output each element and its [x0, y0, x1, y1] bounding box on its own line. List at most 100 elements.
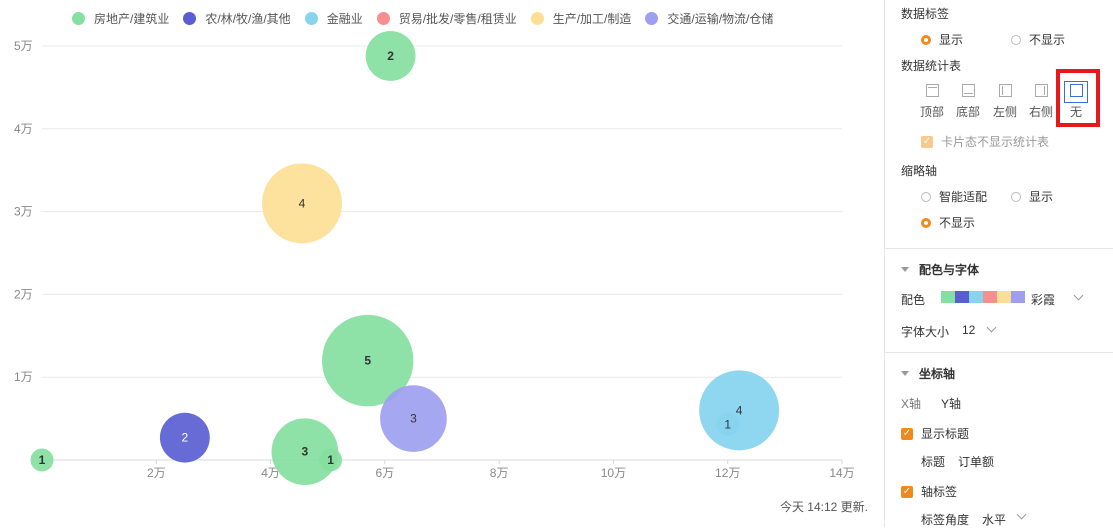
- palette-label: 配色: [901, 293, 926, 307]
- legend-label: 贸易/批发/零售/租赁业: [398, 11, 517, 26]
- thumb-axis-hide-radio[interactable]: 不显示: [921, 214, 975, 231]
- x-tick-label: 6万: [376, 466, 395, 480]
- radio-label: 显示: [1029, 190, 1054, 204]
- card-hide-table-checkbox[interactable]: ✓ 卡片态不显示统计表: [921, 133, 1049, 150]
- stat-table-top-option[interactable]: 顶部: [912, 84, 952, 120]
- x-tick-label: 2万: [147, 466, 166, 480]
- axis-label-checkbox[interactable]: ✓ 轴标签: [901, 483, 957, 500]
- radio-unchecked-icon: [1011, 191, 1021, 202]
- position-label: 右侧: [1028, 105, 1053, 119]
- legend-dot-icon: [72, 11, 85, 25]
- checkbox-label: 卡片态不显示统计表: [941, 135, 1050, 149]
- show-title-checkbox[interactable]: ✓ 显示标题: [901, 425, 969, 442]
- highlight-box: [1056, 69, 1100, 127]
- checkbox-label: 显示标题: [921, 427, 970, 441]
- legend-dot-icon: [304, 11, 318, 25]
- palette-swatch: [941, 291, 955, 303]
- y-tick-label: 3万: [14, 205, 33, 219]
- bubble-data-label: 1: [327, 453, 334, 467]
- stat-table-bottom-option[interactable]: 底部: [948, 84, 988, 120]
- position-label: 底部: [955, 105, 980, 119]
- legend-dot-icon: [530, 11, 544, 25]
- legend-dot-icon: [645, 11, 659, 25]
- axis-title-label: 标题: [921, 455, 946, 469]
- radio-label: 显示: [939, 33, 964, 47]
- x-tick-label: 12万: [715, 466, 740, 480]
- radio-label: 智能适配: [939, 190, 988, 204]
- chevron-down-icon[interactable]: [1016, 509, 1027, 520]
- palette-name[interactable]: 彩霞: [1031, 291, 1055, 308]
- axis-title-value[interactable]: 订单额: [958, 453, 994, 470]
- legend-label: 金融业: [326, 11, 363, 26]
- bubble-data-label: 3: [302, 445, 309, 459]
- thumb-axis-title: 缩略轴: [901, 164, 938, 178]
- thumb-axis-auto-radio[interactable]: 智能适配: [921, 188, 987, 205]
- data-label-show-radio[interactable]: 显示: [921, 31, 963, 48]
- collapse-triangle-icon: [901, 371, 909, 376]
- axis-tab-y[interactable]: Y轴: [941, 395, 961, 412]
- x-tick-label: 8万: [490, 466, 509, 480]
- radio-unchecked-icon: [921, 191, 931, 202]
- bubble-data-label: 4: [299, 196, 306, 210]
- palette-swatch: [1011, 291, 1025, 303]
- legend-item[interactable]: 贸易/批发/零售/租赁业: [376, 10, 517, 27]
- radio-checked-icon: [921, 34, 931, 45]
- color-font-section-header[interactable]: 配色与字体: [901, 261, 979, 278]
- legend-dot-icon: [183, 11, 197, 25]
- legend-label: 交通/运输/物流/仓储: [667, 11, 774, 26]
- data-label-hide-radio[interactable]: 不显示: [1011, 31, 1065, 48]
- collapse-triangle-icon: [901, 267, 909, 272]
- bubble-data-label: 3: [410, 412, 417, 426]
- legend-item[interactable]: 交通/运输/物流/仓储: [645, 10, 773, 27]
- palette-swatch: [955, 291, 969, 303]
- y-tick-label: 5万: [14, 39, 33, 53]
- font-size-label: 字体大小: [901, 325, 950, 339]
- legend-item[interactable]: 生产/加工/制造: [530, 10, 632, 27]
- table-bottom-icon: [961, 84, 975, 97]
- stat-table-left-option[interactable]: 左侧: [985, 84, 1025, 120]
- bubble-chart: 1万 2万 3万 4万 5万 2万 4万 6万 8万 10万 12万 14万 5 4 4 3 3 2 2 1 1 1 房地…: [0, 0, 884, 527]
- update-timestamp: 今天 14:12 更新.: [779, 500, 868, 514]
- axis-tab-x[interactable]: X轴: [901, 395, 921, 412]
- chart-legend: 房地产/建筑业 农/林/牧/渔/其他 金融业 贸易/批发/零售/租赁业 生产/加工/制造…: [72, 9, 787, 27]
- legend-label: 房地产/建筑业: [94, 11, 170, 26]
- legend-item[interactable]: 房地产/建筑业: [72, 10, 169, 27]
- x-tick-label: 10万: [601, 466, 626, 480]
- chevron-down-icon[interactable]: [986, 322, 997, 333]
- y-tick-label: 2万: [14, 287, 33, 301]
- table-right-icon: [1034, 84, 1048, 97]
- axis-section-header[interactable]: 坐标轴: [901, 365, 955, 382]
- radio-checked-icon: [921, 217, 931, 228]
- checkbox-checked-icon: ✓: [901, 485, 913, 498]
- chart-svg: 1万2万3万4万5万2万 4万 6万 8万 10万 12万 14万54433221 11: [14, 31, 855, 486]
- palette-swatches[interactable]: [941, 291, 1025, 303]
- bubble-data-label: 5: [364, 354, 371, 368]
- label-angle-value[interactable]: 水平: [982, 511, 1006, 528]
- table-top-icon: [925, 84, 939, 97]
- checkbox-checked-icon: ✓: [921, 135, 933, 148]
- bubble-data-label: 1: [724, 417, 731, 431]
- checkbox-label: 轴标签: [921, 485, 958, 499]
- bubble-data-label: 4: [736, 403, 743, 417]
- legend-item[interactable]: 金融业: [304, 10, 363, 27]
- section-title: 坐标轴: [919, 367, 956, 381]
- chevron-down-icon[interactable]: [1073, 290, 1084, 301]
- radio-unchecked-icon: [1011, 34, 1021, 45]
- palette-swatch: [969, 291, 983, 303]
- position-label: 左侧: [992, 105, 1017, 119]
- palette-swatch: [983, 291, 997, 303]
- radio-label: 不显示: [1029, 33, 1066, 47]
- legend-label: 生产/加工/制造: [552, 11, 632, 26]
- stat-table-right-option[interactable]: 右侧: [1021, 84, 1061, 120]
- radio-label: 不显示: [939, 216, 976, 230]
- font-size-value[interactable]: 12: [962, 323, 975, 337]
- bubble-data-label: 1: [39, 453, 46, 467]
- legend-dot-icon: [376, 11, 390, 25]
- stat-table-title: 数据统计表: [901, 59, 962, 73]
- y-tick-label: 4万: [14, 122, 33, 136]
- divider: [885, 248, 1113, 249]
- legend-item[interactable]: 农/林/牧/渔/其他: [183, 10, 291, 27]
- palette-swatch: [997, 291, 1011, 303]
- label-angle-label: 标签角度: [921, 513, 970, 527]
- thumb-axis-show-radio[interactable]: 显示: [1011, 188, 1053, 205]
